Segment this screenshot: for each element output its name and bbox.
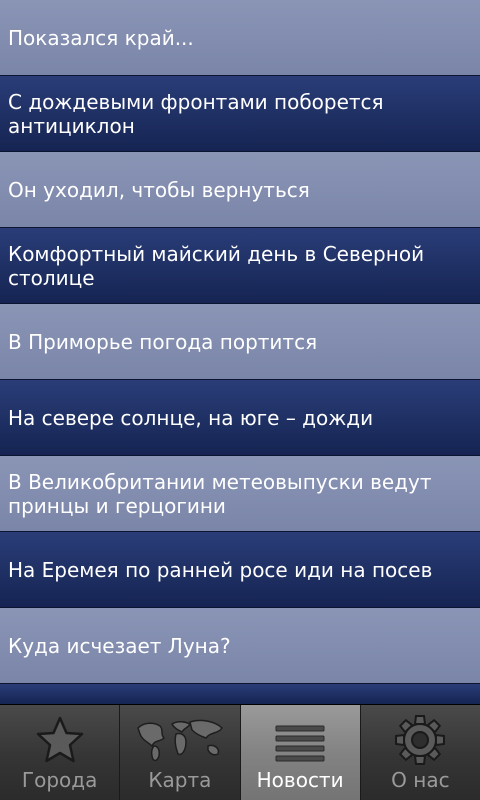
- bottom-tab-bar: Города Карта Новости О нас: [0, 704, 480, 800]
- tab-label: О нас: [391, 768, 450, 792]
- news-item[interactable]: Показался край...: [0, 0, 480, 76]
- news-item[interactable]: Он уходил, чтобы вернуться: [0, 152, 480, 228]
- news-item[interactable]: Комфортный майский день в Северной столи…: [0, 228, 480, 304]
- news-item-title: Комфортный майский день в Северной столи…: [8, 241, 425, 290]
- tab-label: Новости: [256, 768, 344, 792]
- news-list: Показался край... С дождевыми фронтами п…: [0, 0, 480, 704]
- news-item-title: На Еремея по ранней росе иди на посев: [8, 557, 433, 582]
- news-item-title: В Великобритании метеовыпуски ведут прин…: [8, 469, 432, 518]
- news-item[interactable]: На севере солнце, на юге – дожди: [0, 380, 480, 456]
- news-item-title: Куда исчезает Луна?: [8, 633, 231, 658]
- tab-news[interactable]: Новости: [240, 705, 361, 800]
- news-item[interactable]: В Приморье погода портится: [0, 304, 480, 380]
- news-item-title: Он уходил, чтобы вернуться: [8, 177, 310, 202]
- tab-label: Карта: [148, 768, 212, 792]
- list-icon: [250, 712, 350, 768]
- news-item-title: С дождевыми фронтами поборется антицикло…: [8, 89, 384, 138]
- world-map-icon: [130, 712, 230, 768]
- star-icon: [10, 712, 110, 768]
- news-item-partial[interactable]: [0, 684, 480, 704]
- tab-cities[interactable]: Города: [0, 705, 121, 800]
- gear-icon: [370, 712, 470, 768]
- news-item-title: На севере солнце, на юге – дожди: [8, 405, 374, 430]
- tab-map[interactable]: Карта: [120, 705, 241, 800]
- news-item[interactable]: В Великобритании метеовыпуски ведут прин…: [0, 456, 480, 532]
- news-item[interactable]: На Еремея по ранней росе иди на посев: [0, 532, 480, 608]
- news-item[interactable]: С дождевыми фронтами поборется антицикло…: [0, 76, 480, 152]
- tab-about[interactable]: О нас: [360, 705, 480, 800]
- news-item-title: В Приморье погода портится: [8, 329, 318, 354]
- news-item[interactable]: Куда исчезает Луна?: [0, 608, 480, 684]
- news-item-title: Показался край...: [8, 25, 194, 50]
- tab-label: Города: [21, 768, 98, 792]
